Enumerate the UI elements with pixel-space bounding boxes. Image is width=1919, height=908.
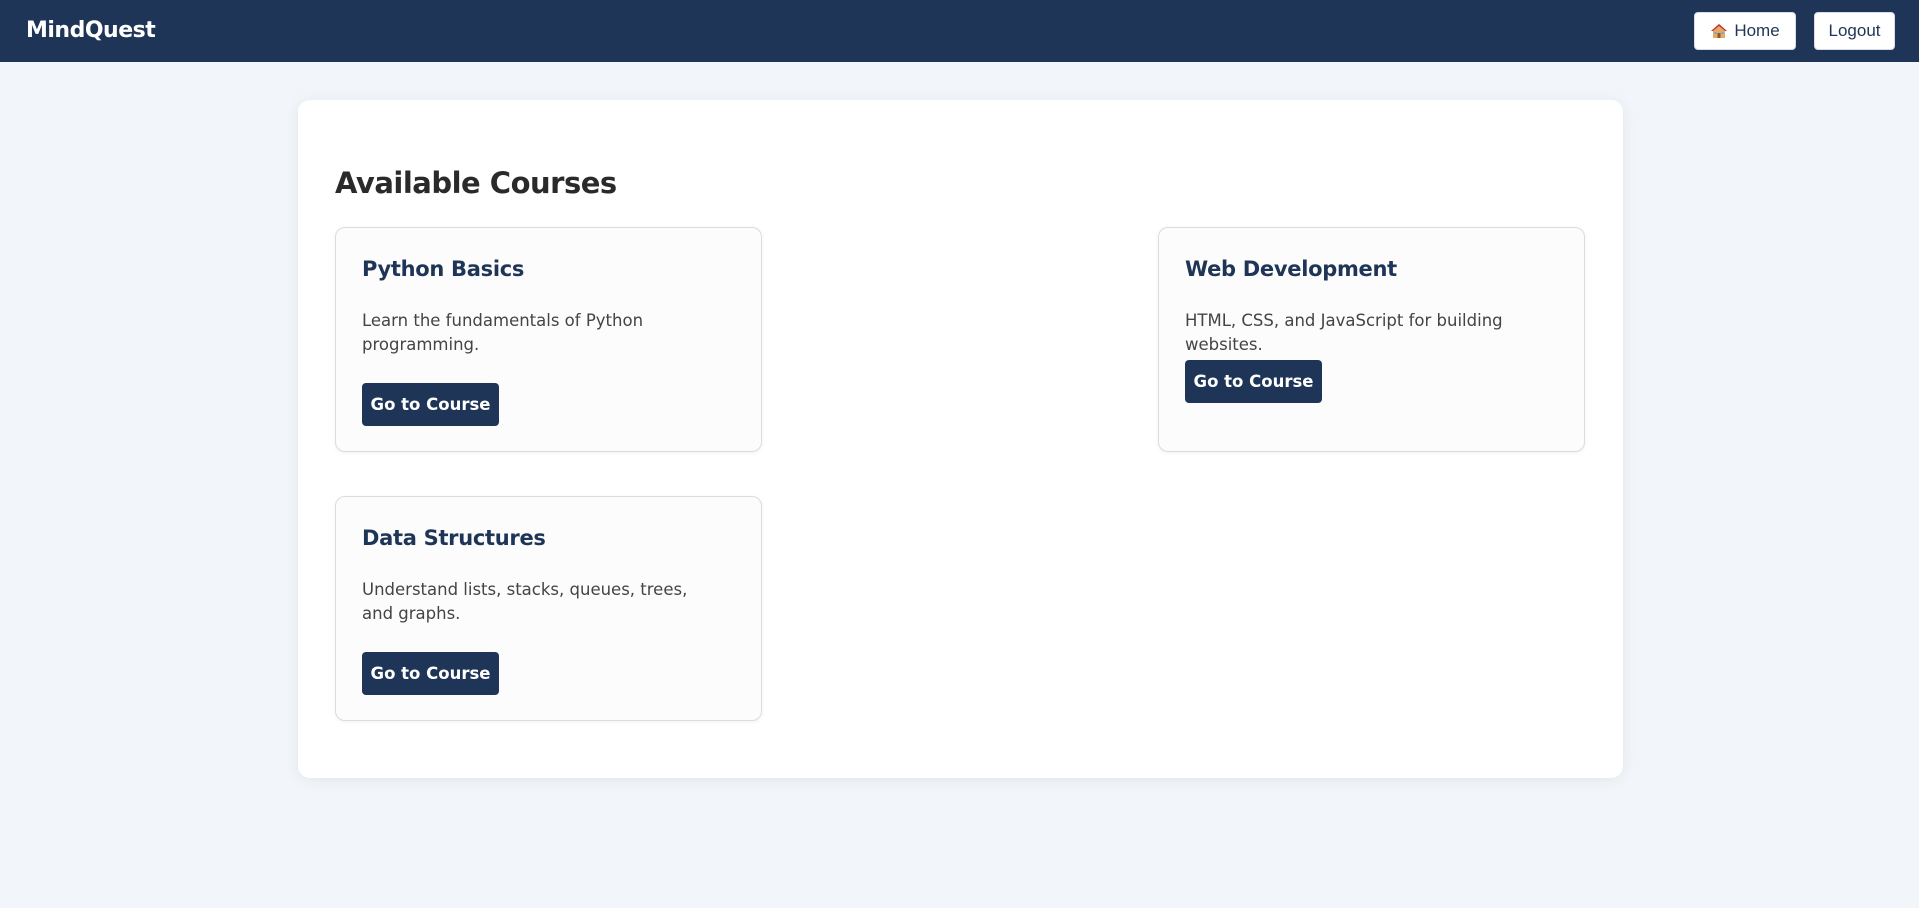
home-button[interactable]: Home [1694,12,1796,50]
course-card-data-structures: Data Structures Understand lists, stacks… [335,496,762,721]
course-title: Python Basics [362,257,525,281]
course-card-web-development: Web Development HTML, CSS, and JavaScrip… [1158,227,1585,452]
course-description: HTML, CSS, and JavaScript for building w… [1185,311,1503,354]
courses-panel: Available Courses Python Basics Learn th… [298,100,1623,778]
page-title: Available Courses [335,166,617,200]
course-description: Understand lists, stacks, queues, trees,… [362,580,688,623]
home-button-label: Home [1734,21,1780,40]
go-to-course-button[interactable]: Go to Course [362,652,499,695]
navbar: MindQuest Home Logout [0,0,1919,62]
logout-button[interactable]: Logout [1814,12,1895,50]
course-card-python-basics: Python Basics Learn the fundamentals of … [335,227,762,452]
brand-logo[interactable]: MindQuest [26,18,156,43]
course-description: Learn the fundamentals of Python program… [362,311,644,354]
course-title: Web Development [1185,257,1397,281]
go-to-course-button[interactable]: Go to Course [362,383,499,426]
go-to-course-button[interactable]: Go to Course [1185,360,1322,403]
course-title: Data Structures [362,526,546,550]
house-icon [1710,23,1728,39]
